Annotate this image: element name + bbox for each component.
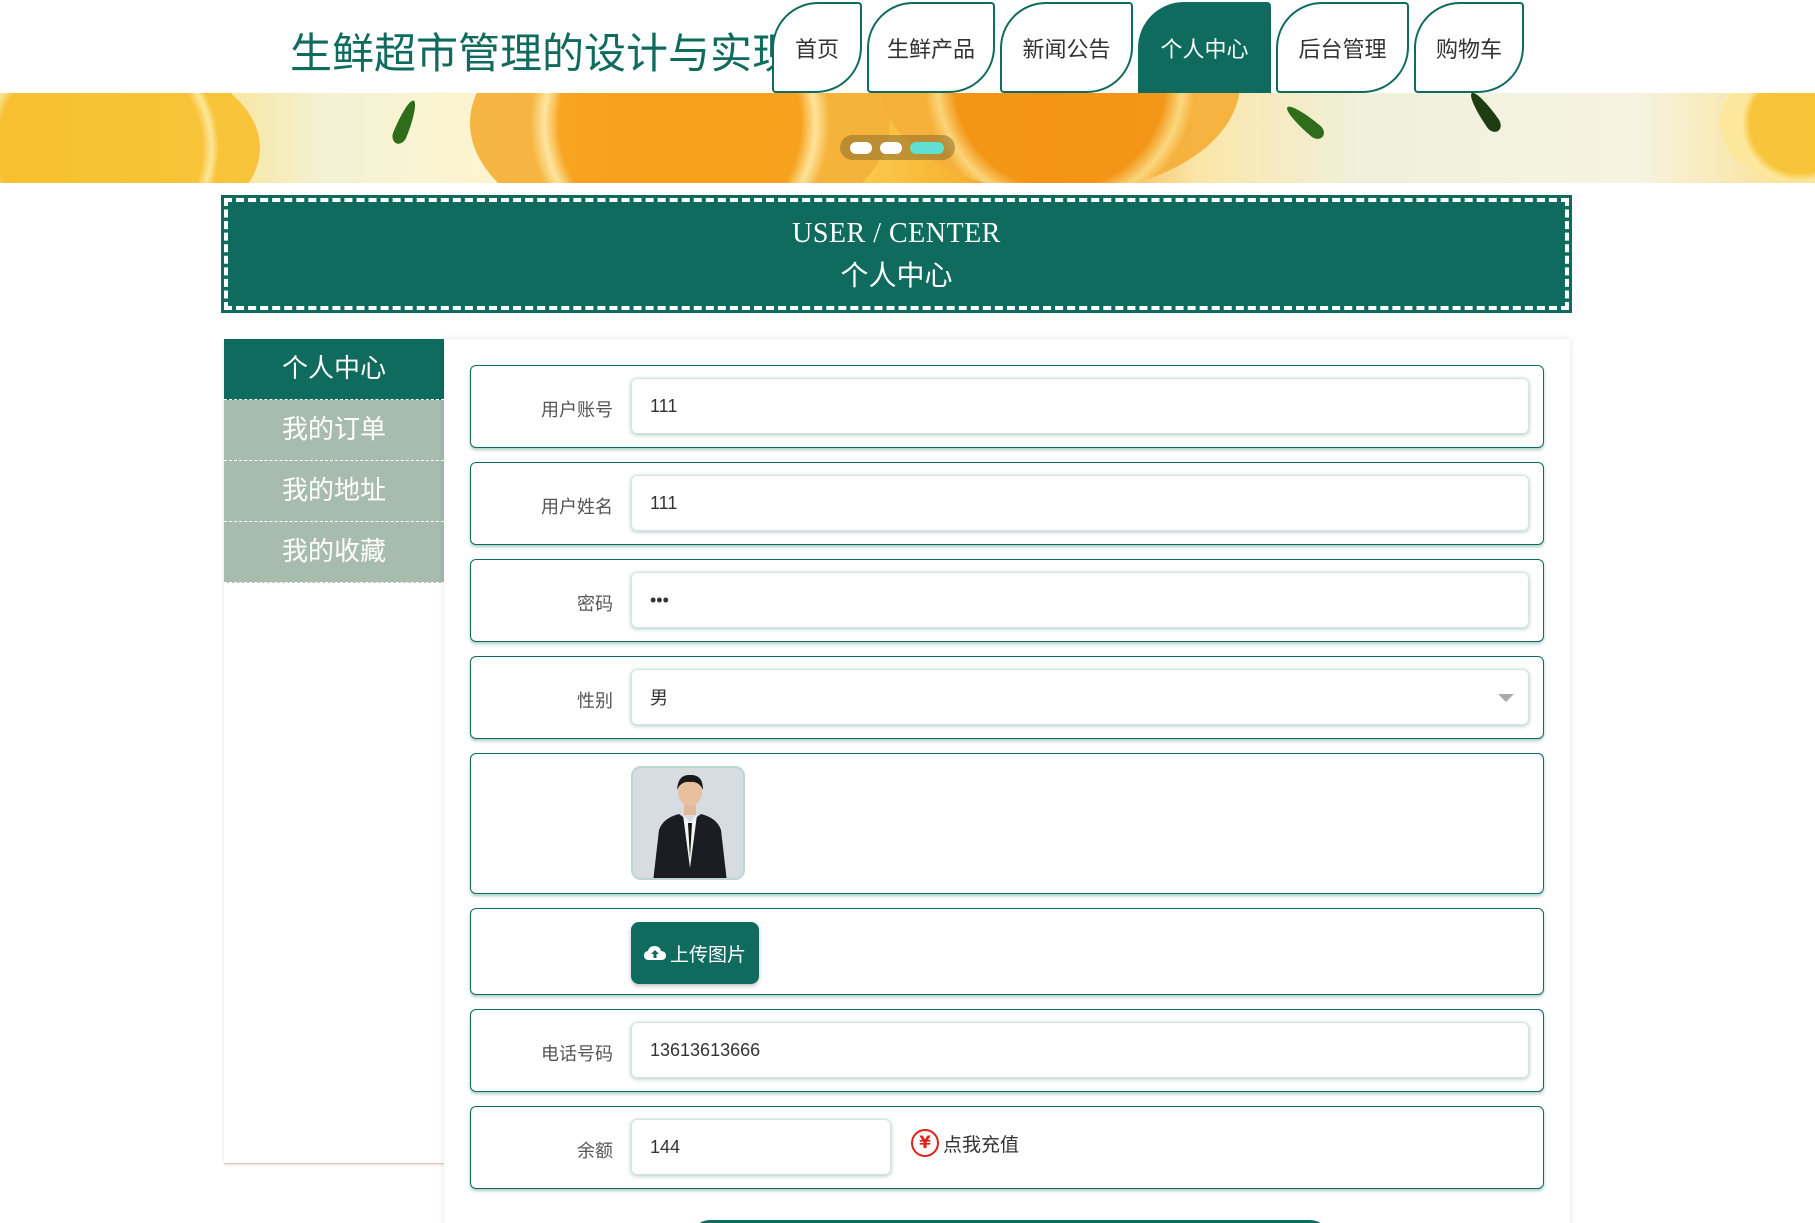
- form-row-balance: 余额 144 ¥ 点我充值: [470, 1106, 1544, 1189]
- chevron-down-icon: [1498, 694, 1514, 702]
- carousel-dot[interactable]: [880, 141, 902, 154]
- form-row-password: 密码 •••: [470, 559, 1544, 642]
- sidebar-item-favorites[interactable]: 我的收藏: [224, 522, 444, 583]
- nav-item-user-center[interactable]: 个人中心: [1138, 2, 1271, 93]
- sidebar-item-address[interactable]: 我的地址: [224, 461, 444, 522]
- form-row-avatar: [470, 753, 1544, 894]
- gender-label: 性别: [577, 691, 613, 712]
- site-title: 生鲜超市管理的设计与实现: [290, 29, 795, 78]
- orange-slice-image: [0, 93, 260, 183]
- nav-item-news[interactable]: 新闻公告: [1000, 2, 1133, 93]
- sidebar-item-orders[interactable]: 我的订单: [224, 400, 444, 461]
- nav-item-products[interactable]: 生鲜产品: [867, 2, 995, 93]
- section-title-cn: 个人中心: [840, 259, 953, 292]
- banner-carousel[interactable]: [0, 93, 1815, 183]
- upload-image-button[interactable]: 上传图片: [631, 922, 759, 984]
- orange-slice-image: [470, 93, 890, 183]
- upload-button-label: 上传图片: [669, 943, 746, 966]
- balance-input[interactable]: 144: [631, 1119, 891, 1175]
- form-row-username: 用户账号 111: [470, 365, 1544, 448]
- form-row-upload: 上传图片: [470, 908, 1544, 995]
- profile-form-panel: 用户账号 111 用户姓名 111 密码 ••• 性别 男 上传图片 电话号码 …: [444, 339, 1570, 1223]
- nav-item-admin[interactable]: 后台管理: [1276, 2, 1409, 93]
- avatar: [631, 766, 745, 880]
- gender-select-value: 男: [650, 688, 668, 708]
- leaf-image: [1282, 101, 1328, 143]
- form-row-name: 用户姓名 111: [470, 462, 1544, 545]
- carousel-indicators: [840, 135, 955, 160]
- recharge-link[interactable]: ¥ 点我充值: [911, 1129, 1019, 1157]
- recharge-label: 点我充值: [943, 1133, 1020, 1156]
- sidebar-item-user-center[interactable]: 个人中心: [224, 339, 444, 400]
- password-label: 密码: [577, 594, 613, 615]
- name-label: 用户姓名: [541, 497, 613, 518]
- person-photo-icon: [633, 768, 743, 878]
- phone-label: 电话号码: [541, 1044, 613, 1065]
- username-input[interactable]: 111: [631, 378, 1529, 434]
- password-input[interactable]: •••: [631, 572, 1529, 628]
- name-input[interactable]: 111: [631, 475, 1529, 531]
- form-row-phone: 电话号码 13613613666: [470, 1009, 1544, 1092]
- cloud-upload-icon: [643, 946, 666, 960]
- section-title-banner: USER / CENTER 个人中心: [221, 195, 1572, 313]
- leaf-image: [1466, 93, 1504, 135]
- form-row-gender: 性别 男: [470, 656, 1544, 739]
- balance-label: 余额: [577, 1141, 613, 1162]
- carousel-dot[interactable]: [850, 141, 872, 154]
- nav-item-cart[interactable]: 购物车: [1414, 2, 1524, 93]
- site-header: 生鲜超市管理的设计与实现 首页 生鲜产品 新闻公告 个人中心 后台管理 购物车: [0, 0, 1815, 93]
- user-sidebar: 个人中心 我的订单 我的地址 我的收藏: [224, 339, 444, 1164]
- gender-select[interactable]: 男: [631, 669, 1529, 725]
- username-label: 用户账号: [541, 400, 613, 421]
- nav-item-home[interactable]: 首页: [772, 2, 862, 93]
- phone-input[interactable]: 13613613666: [631, 1022, 1529, 1078]
- carousel-dot-active[interactable]: [910, 141, 944, 154]
- leaf-image: [389, 98, 421, 146]
- yen-icon: ¥: [911, 1129, 939, 1157]
- section-title-en: USER / CENTER: [792, 218, 1001, 249]
- orange-slice-image: [1720, 93, 1815, 183]
